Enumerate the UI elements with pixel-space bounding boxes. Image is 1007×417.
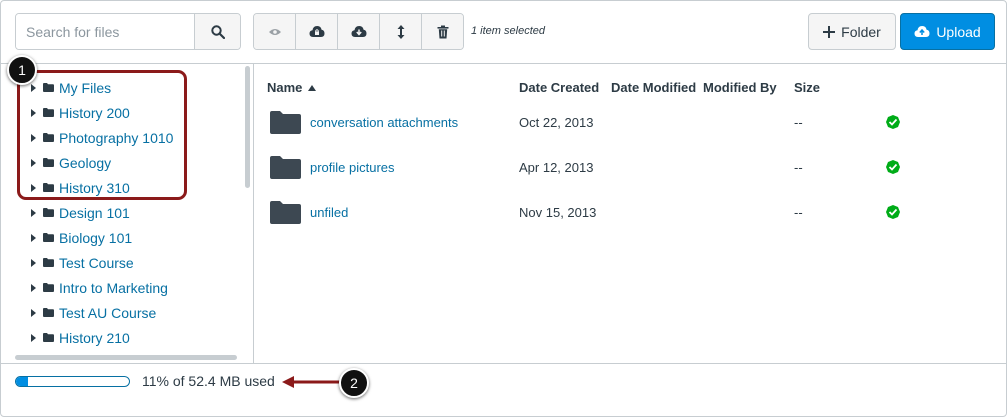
folder-icon [40,258,56,267]
folder-icon [270,156,301,179]
expand-arrow-icon[interactable] [28,308,38,317]
tree-item[interactable]: Biology 101 [28,225,173,250]
storage-usage-fill [16,377,29,386]
table-row[interactable]: unfiled Nov 15, 2013 -- [270,194,990,234]
search-icon [210,24,225,39]
tree-horizontal-scrollbar[interactable] [15,355,237,360]
tree-item[interactable]: Test AU Course [28,300,173,325]
date-created: Oct 22, 2013 [519,115,594,130]
download-button[interactable] [337,14,379,49]
date-created: Apr 12, 2013 [519,160,594,175]
folder-icon [270,201,301,224]
tree-item-label[interactable]: Design 101 [59,205,130,221]
column-header-date-modified[interactable]: Date Modified [611,80,696,95]
expand-arrow-icon[interactable] [28,258,38,267]
file-name-link[interactable]: profile pictures [310,160,395,175]
file-name-link[interactable]: unfiled [310,205,348,220]
tree-item-label[interactable]: Test Course [59,255,134,271]
column-header-modified-by[interactable]: Modified By [703,80,777,95]
column-header-date-created[interactable]: Date Created [519,80,599,95]
preview-button[interactable] [254,14,295,49]
toolbar-divider [0,63,1007,64]
tree-item-label[interactable]: Intro to Marketing [59,280,168,296]
sidebar-divider [253,63,254,363]
annotation-arrow [282,376,342,388]
move-vertical-icon [397,24,404,39]
folder-icon [270,111,301,134]
published-check-icon[interactable] [885,204,901,220]
tree-item-label[interactable]: History 210 [59,330,130,346]
storage-usage-text: 11% of 52.4 MB used [142,373,275,389]
table-row[interactable]: profile pictures Apr 12, 2013 -- [270,149,990,189]
expand-arrow-icon[interactable] [28,333,38,342]
add-folder-button[interactable]: Folder [808,13,896,50]
tree-vertical-scrollbar[interactable] [245,66,250,188]
tree-item[interactable]: History 210 [28,325,173,350]
upload-label: Upload [936,23,981,40]
file-actions-toolbar [253,13,464,50]
restrict-access-button[interactable] [295,14,337,49]
trash-icon [437,25,448,38]
plus-icon [823,25,836,38]
add-folder-label: Folder [841,23,881,40]
folder-icon [40,208,56,217]
selection-count: 1 item selected [471,25,545,37]
expand-arrow-icon[interactable] [28,283,38,292]
expand-arrow-icon[interactable] [28,233,38,242]
cloud-lock-icon [309,26,324,37]
tree-item-label[interactable]: Biology 101 [59,230,132,246]
expand-arrow-icon[interactable] [28,208,38,217]
annotation-badge-1: 1 [7,55,37,85]
folder-icon [40,283,56,292]
tree-item-label[interactable]: Test AU Course [59,305,156,321]
column-header-name-label: Name [267,80,303,95]
file-name-link[interactable]: conversation attachments [310,115,458,130]
cloud-upload-icon [914,26,930,37]
published-check-icon[interactable] [885,114,901,130]
folder-icon [40,233,56,242]
annotation-badge-2: 2 [339,368,369,398]
published-check-icon[interactable] [885,159,901,175]
delete-button[interactable] [421,14,463,49]
date-created: Nov 15, 2013 [519,205,597,220]
table-row[interactable]: conversation attachments Oct 22, 2013 -- [270,104,990,144]
file-size: -- [794,205,803,220]
file-size: -- [794,115,803,130]
eye-icon [268,28,281,35]
search-input[interactable] [16,14,194,49]
search-box [15,13,241,50]
footer-divider [0,363,1007,364]
move-button[interactable] [379,14,421,49]
tree-item[interactable]: Design 101 [28,200,173,225]
tree-item[interactable]: Test Course [28,250,173,275]
search-button[interactable] [194,14,240,49]
cloud-download-icon [351,26,366,37]
folder-icon [40,333,56,342]
column-header-size[interactable]: Size [794,80,820,95]
sort-ascending-icon [308,85,317,91]
storage-usage-bar [15,376,130,387]
folder-icon [40,308,56,317]
file-size: -- [794,160,803,175]
tree-item[interactable]: Intro to Marketing [28,275,173,300]
upload-button[interactable]: Upload [900,13,995,50]
annotation-highlight-box [17,70,187,200]
column-header-name[interactable]: Name [267,80,317,95]
